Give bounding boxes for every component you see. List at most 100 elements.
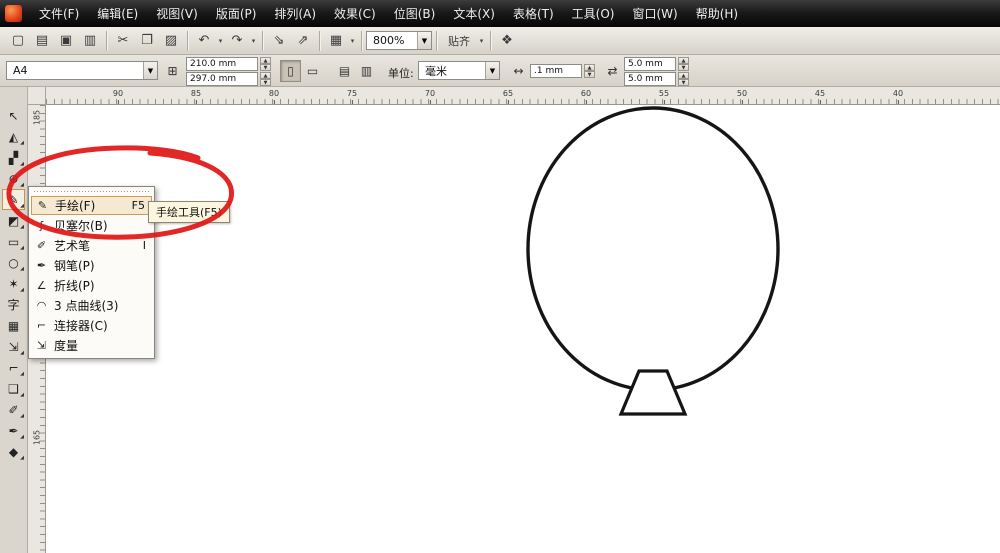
flyout-item-artistic-media[interactable]: ✐ 艺术笔 I [31, 235, 152, 255]
flyout-item-pen[interactable]: ✒ 钢笔(P) [31, 255, 152, 275]
snap-to-dropdown-icon[interactable]: ▾ [477, 37, 486, 45]
flyout-item-bezier[interactable]: ʃ 贝塞尔(B) [31, 215, 152, 235]
polygon-tool[interactable]: ✶ ◢ [2, 273, 25, 294]
table-tool[interactable]: ▦ [2, 315, 25, 336]
hruler-number: 90 [112, 89, 124, 104]
snap-to-button[interactable]: 贴齐 [441, 30, 477, 52]
portrait-button[interactable]: ▯ [280, 60, 301, 82]
menu-view[interactable]: 视图(V) [147, 0, 207, 27]
duplicate-x-spinner[interactable]: ▲ ▼ [678, 57, 689, 71]
curve-tools-flyout: ✎ 手绘(F) F5 ʃ 贝塞尔(B) ✐ 艺术笔 I ✒ 钢笔(P) ∠ 折线… [28, 186, 155, 359]
ruler-origin[interactable] [28, 87, 46, 105]
text-tool[interactable]: 字 [2, 294, 25, 315]
paper-size-combobox[interactable]: A4 ▼ [6, 61, 158, 80]
menu-effects[interactable]: 效果(C) [325, 0, 385, 27]
copy-icon[interactable]: ❐ [135, 30, 159, 52]
eyedropper-tool[interactable]: ✐ ◢ [2, 399, 25, 420]
save-document-icon[interactable]: ▣ [54, 30, 78, 52]
coreldraw-window: 文件(F) 编辑(E) 视图(V) 版面(P) 排列(A) 效果(C) 位图(B… [0, 0, 1000, 553]
artistic-media-icon: ✐ [36, 238, 47, 252]
flyout-item-freehand[interactable]: ✎ 手绘(F) F5 [31, 196, 152, 215]
redo-dropdown-icon[interactable]: ▾ [249, 37, 258, 45]
flyout-indicator-icon: ◢ [20, 371, 24, 377]
options-icon[interactable]: ❖ [495, 30, 519, 52]
export-icon[interactable]: ⇗ [291, 30, 315, 52]
duplicate-y-spinner[interactable]: ▲ ▼ [678, 72, 689, 86]
menu-edit[interactable]: 编辑(E) [88, 0, 147, 27]
table-tool-icon: ▦ [7, 318, 20, 333]
menu-file[interactable]: 文件(F) [30, 0, 88, 27]
tooltip: 手绘工具(F5) [148, 201, 230, 223]
menu-layout[interactable]: 版面(P) [207, 0, 266, 27]
zoom-tool[interactable]: ⊕ ◢ [2, 168, 25, 189]
zoom-level-combobox[interactable]: 800% ▼ [366, 31, 432, 50]
new-document-icon[interactable]: ▢ [6, 30, 30, 52]
zoom-tool-icon: ⊕ [8, 171, 19, 186]
import-icon[interactable]: ⇘ [267, 30, 291, 52]
units-combobox[interactable]: 毫米 ▼ [418, 61, 500, 80]
undo-dropdown-icon[interactable]: ▾ [216, 37, 225, 45]
pick-tool[interactable]: ↖ [2, 105, 25, 126]
vruler-number: 185 [32, 109, 42, 126]
menu-bitmaps[interactable]: 位图(B) [385, 0, 445, 27]
menu-window[interactable]: 窗口(W) [623, 0, 686, 27]
paper-size-dropdown-icon[interactable]: ▼ [143, 62, 157, 79]
print-icon[interactable]: ▥ [78, 30, 102, 52]
shape-tool[interactable]: ◭ ◢ [2, 126, 25, 147]
menu-text[interactable]: 文本(X) [444, 0, 504, 27]
nudge-offset-spinner[interactable]: ▲ ▼ [584, 64, 595, 78]
paper-width-field[interactable]: 210.0 mm [186, 57, 258, 71]
ellipse-tool-icon: ○ [8, 255, 19, 270]
menu-arrange[interactable]: 排列(A) [265, 0, 325, 27]
all-pages-button[interactable]: ▤ [334, 60, 355, 82]
flyout-item-3point-curve[interactable]: ◠ 3 点曲线(3) [31, 295, 152, 315]
units-dropdown-icon[interactable]: ▼ [485, 62, 499, 79]
paper-height-spinner[interactable]: ▲ ▼ [260, 72, 271, 86]
connector-tool-icon: ⌐ [8, 360, 19, 375]
flyout-item-shortcut: F5 [131, 199, 145, 212]
horizontal-ruler[interactable]: 90 85 80 75 70 65 60 55 50 45 40 [46, 87, 1000, 105]
undo-icon[interactable]: ↶ [192, 30, 216, 52]
flyout-indicator-icon: ◢ [20, 413, 24, 419]
toolbar-separator [262, 30, 263, 51]
effects-tool-icon: ❑ [8, 381, 19, 396]
paste-icon[interactable]: ▨ [159, 30, 183, 52]
effects-tool[interactable]: ❑ ◢ [2, 378, 25, 399]
duplicate-y-field[interactable]: 5.0 mm [624, 72, 676, 86]
app-launcher-icon[interactable]: ▦ [324, 30, 348, 52]
smart-fill-tool[interactable]: ◩ ◢ [2, 210, 25, 231]
ellipse-tool[interactable]: ○ ◢ [2, 252, 25, 273]
flyout-item-dimension[interactable]: ⇲ 度量 [31, 335, 152, 355]
fill-tool[interactable]: ◆ ◢ [2, 441, 25, 462]
flyout-item-polyline[interactable]: ∠ 折线(P) [31, 275, 152, 295]
open-document-icon[interactable]: ▤ [30, 30, 54, 52]
flyout-item-connector[interactable]: ⌐ 连接器(C) [31, 315, 152, 335]
zoom-level-value: 800% [373, 34, 405, 47]
paper-height-field[interactable]: 297.0 mm [186, 72, 258, 86]
hruler-number: 80 [268, 89, 280, 104]
crop-tool[interactable]: ▞ ◢ [2, 147, 25, 168]
connector-tool[interactable]: ⌐ ◢ [2, 357, 25, 378]
rectangle-tool[interactable]: ▭ ◢ [2, 231, 25, 252]
landscape-button[interactable]: ▭ [302, 60, 323, 82]
freehand-tool[interactable]: ✎ ◢ [2, 189, 25, 210]
app-launcher-dropdown-icon[interactable]: ▾ [348, 37, 357, 45]
drawing-canvas[interactable] [46, 105, 1000, 553]
flyout-grip[interactable] [34, 190, 149, 193]
flyout-indicator-icon: ◢ [20, 350, 24, 356]
dimension-tool[interactable]: ⇲ ◢ [2, 336, 25, 357]
menu-table[interactable]: 表格(T) [504, 0, 563, 27]
paper-width-spinner[interactable]: ▲ ▼ [260, 57, 271, 71]
fill-tool-icon: ◆ [8, 444, 19, 459]
redo-icon[interactable]: ↷ [225, 30, 249, 52]
nudge-offset-field[interactable]: .1 mm [530, 64, 582, 78]
flyout-item-label: 连接器(C) [54, 318, 108, 333]
zoom-dropdown-icon[interactable]: ▼ [417, 32, 431, 49]
flyout-indicator-icon: ◢ [20, 182, 24, 188]
outline-pen-tool[interactable]: ✒ ◢ [2, 420, 25, 441]
duplicate-x-field[interactable]: 5.0 mm [624, 57, 676, 71]
menu-tools[interactable]: 工具(O) [563, 0, 624, 27]
menu-help[interactable]: 帮助(H) [687, 0, 747, 27]
current-page-button[interactable]: ▥ [356, 60, 377, 82]
cut-icon[interactable]: ✂ [111, 30, 135, 52]
